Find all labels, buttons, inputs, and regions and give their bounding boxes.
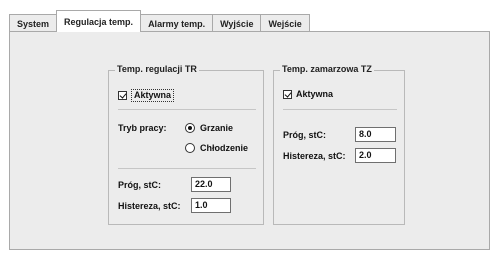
tz-hysteresis-input[interactable]: 2.0: [355, 148, 396, 163]
tr-mode-chlodzenie-label: Chłodzenie: [200, 143, 249, 153]
tr-separator-1: [118, 109, 256, 110]
tr-group: Temp. regulacji TR Aktywna Tryb pracy: G…: [108, 64, 264, 225]
tr-active-checkbox[interactable]: Aktywna: [118, 89, 175, 102]
tz-separator-1: [283, 109, 397, 110]
tab-system[interactable]: System: [9, 14, 58, 32]
tr-separator-2: [118, 168, 256, 169]
tab-alarmy-temp[interactable]: Alarmy temp.: [140, 14, 214, 32]
tr-group-title: Temp. regulacji TR: [115, 64, 199, 74]
tz-hysteresis-label: Histereza, stC:: [283, 151, 346, 161]
tz-threshold-label: Próg, stC:: [283, 130, 327, 140]
tz-threshold-input[interactable]: 8.0: [355, 127, 396, 142]
radio-selected-icon: [185, 123, 195, 133]
tab-panel: Temp. regulacji TR Aktywna Tryb pracy: G…: [9, 31, 490, 250]
tab-wejscie[interactable]: Wejście: [260, 14, 310, 32]
settings-window: System Regulacja temp. Alarmy temp. Wyjś…: [9, 10, 490, 250]
tr-threshold-input[interactable]: 22.0: [191, 177, 231, 192]
tr-active-label: Aktywna: [131, 89, 175, 102]
tz-active-label: Aktywna: [296, 89, 334, 99]
checkbox-checked-icon: [283, 89, 292, 99]
tz-group-title: Temp. zamarzowa TZ: [280, 64, 374, 74]
tz-group: Temp. zamarzowa TZ Aktywna Próg, stC: 8.…: [273, 64, 405, 225]
tr-mode-chlodzenie-radio[interactable]: Chłodzenie: [185, 143, 248, 153]
tr-threshold-label: Próg, stC:: [118, 180, 162, 190]
checkbox-checked-icon: [118, 91, 127, 100]
tr-hysteresis-label: Histereza, stC:: [118, 201, 181, 211]
tr-mode-label: Tryb pracy:: [118, 123, 167, 133]
radio-unselected-icon: [185, 143, 195, 153]
tz-active-checkbox[interactable]: Aktywna: [283, 89, 333, 99]
tab-regulacja-temp[interactable]: Regulacja temp.: [56, 10, 142, 32]
tab-strip: System Regulacja temp. Alarmy temp. Wyjś…: [9, 10, 490, 32]
tr-mode-grzanie-label: Grzanie: [200, 123, 234, 133]
tr-hysteresis-input[interactable]: 1.0: [191, 198, 231, 213]
tr-mode-grzanie-radio[interactable]: Grzanie: [185, 123, 233, 133]
tab-wyjscie[interactable]: Wyjście: [212, 14, 262, 32]
